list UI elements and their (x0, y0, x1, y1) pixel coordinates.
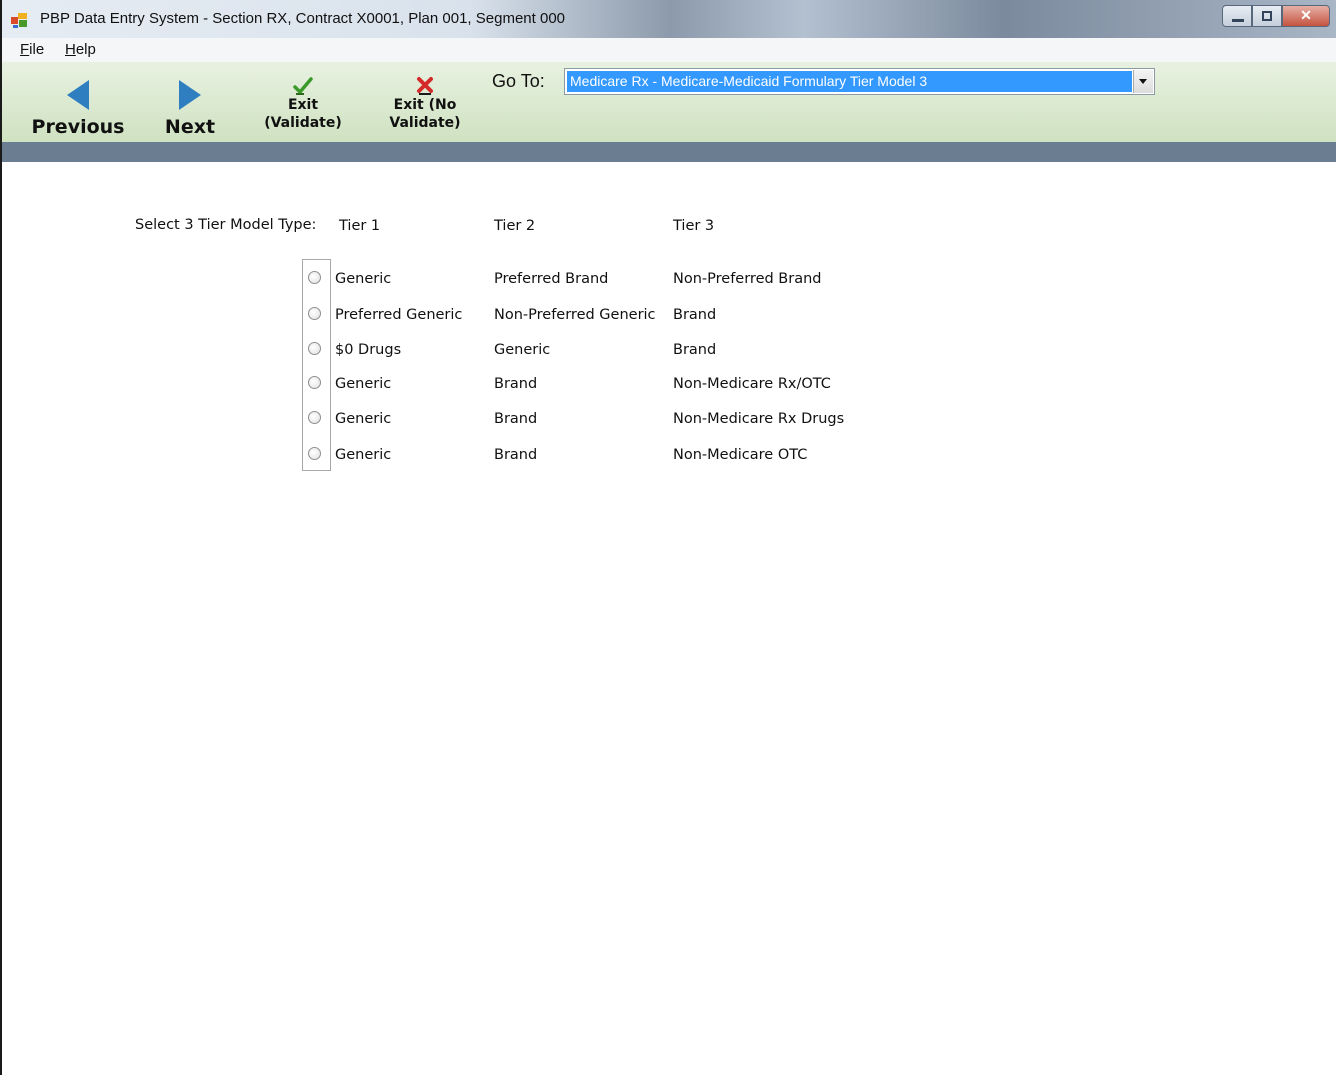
previous-button[interactable]: Previous (28, 80, 128, 138)
arrow-right-icon (179, 80, 201, 110)
option-tier2: Brand (494, 411, 538, 427)
option-tier1: Generic (335, 411, 392, 427)
header-tier-1: Tier 1 (339, 218, 381, 234)
minimize-button[interactable] (1222, 5, 1252, 27)
toolbar-divider-band (2, 142, 1336, 162)
tier-option-row[interactable]: $0 Drugs Generic Brand (302, 339, 902, 363)
option-tier2: Brand (494, 376, 538, 392)
chevron-down-icon[interactable] (1133, 70, 1153, 93)
goto-label: Go To: (492, 71, 545, 91)
option-tier3: Non-Medicare Rx/OTC (673, 376, 831, 392)
header-tier-3: Tier 3 (673, 218, 715, 234)
checkmark-icon (293, 77, 313, 95)
maximize-icon (1262, 11, 1272, 21)
close-icon: ✕ (1300, 7, 1312, 23)
radio-button[interactable] (308, 307, 321, 320)
radio-button[interactable] (308, 376, 321, 389)
close-button[interactable]: ✕ (1282, 5, 1330, 27)
option-tier1: Generic (335, 376, 392, 392)
radio-button[interactable] (308, 342, 321, 355)
arrow-left-icon (67, 80, 89, 110)
radio-button[interactable] (308, 271, 321, 284)
option-tier1: Preferred Generic (335, 307, 463, 323)
menu-help-accel: H (65, 41, 76, 58)
exit-validate-line1: Exit (287, 97, 319, 113)
toolbar: Previous Next Exit (Validate) Exit (No V… (2, 62, 1336, 142)
goto-selected-value: Medicare Rx - Medicare-Medicaid Formular… (567, 71, 1132, 92)
previous-label: Previous (31, 116, 125, 138)
option-tier2: Generic (494, 342, 551, 358)
tier-option-row[interactable]: Preferred Generic Non-Preferred Generic … (302, 304, 902, 328)
option-tier1: $0 Drugs (335, 342, 402, 358)
tier-option-row[interactable]: Generic Preferred Brand Non-Preferred Br… (302, 268, 902, 292)
tier-model-prompt: Select 3 Tier Model Type: (135, 217, 317, 233)
option-tier2: Preferred Brand (494, 271, 609, 287)
option-tier3: Brand (673, 342, 717, 358)
tier-option-row[interactable]: Generic Brand Non-Medicare Rx Drugs (302, 408, 902, 432)
header-tier-2: Tier 2 (494, 218, 536, 234)
menu-help[interactable]: Help (65, 41, 96, 58)
window-controls: ✕ (1222, 5, 1330, 27)
app-window: PBP Data Entry System - Section RX, Cont… (0, 0, 1336, 1075)
window-title: PBP Data Entry System - Section RX, Cont… (40, 10, 565, 27)
exit-no-validate-line1: Exit (No (393, 97, 457, 113)
exit-validate-line2: (Validate) (264, 115, 342, 131)
menu-bar: File Help (2, 38, 1336, 63)
tier-option-row[interactable]: Generic Brand Non-Medicare OTC (302, 444, 902, 468)
menu-help-label: elp (75, 41, 96, 58)
option-tier3: Non-Preferred Brand (673, 271, 822, 287)
goto-dropdown[interactable]: Medicare Rx - Medicare-Medicaid Formular… (564, 68, 1155, 95)
next-label: Next (164, 116, 216, 138)
option-tier3: Non-Medicare Rx Drugs (673, 411, 845, 427)
option-tier3: Non-Medicare OTC (673, 447, 808, 463)
menu-file-accel: F (20, 41, 30, 58)
title-bar[interactable]: PBP Data Entry System - Section RX, Cont… (2, 0, 1336, 38)
exit-no-validate-button[interactable]: Exit (No Validate) (380, 76, 470, 132)
app-window-icon (11, 13, 27, 28)
option-tier3: Brand (673, 307, 717, 323)
maximize-button[interactable] (1252, 5, 1282, 27)
exit-no-validate-line2: Validate) (389, 115, 461, 131)
menu-file-label: ile (29, 41, 45, 58)
option-tier1: Generic (335, 271, 392, 287)
option-tier2: Non-Preferred Generic (494, 307, 656, 323)
option-tier1: Generic (335, 447, 392, 463)
tier-option-row[interactable]: Generic Brand Non-Medicare Rx/OTC (302, 373, 902, 397)
red-x-icon (417, 77, 433, 95)
next-button[interactable]: Next (152, 80, 228, 138)
exit-validate-button[interactable]: Exit (Validate) (260, 76, 346, 132)
radio-button[interactable] (308, 411, 321, 424)
menu-file[interactable]: File (20, 41, 44, 58)
form-area: Select 3 Tier Model Type: Tier 1 Tier 2 … (2, 162, 1336, 1075)
option-tier2: Brand (494, 447, 538, 463)
radio-button[interactable] (308, 447, 321, 460)
minimize-icon (1232, 19, 1244, 22)
